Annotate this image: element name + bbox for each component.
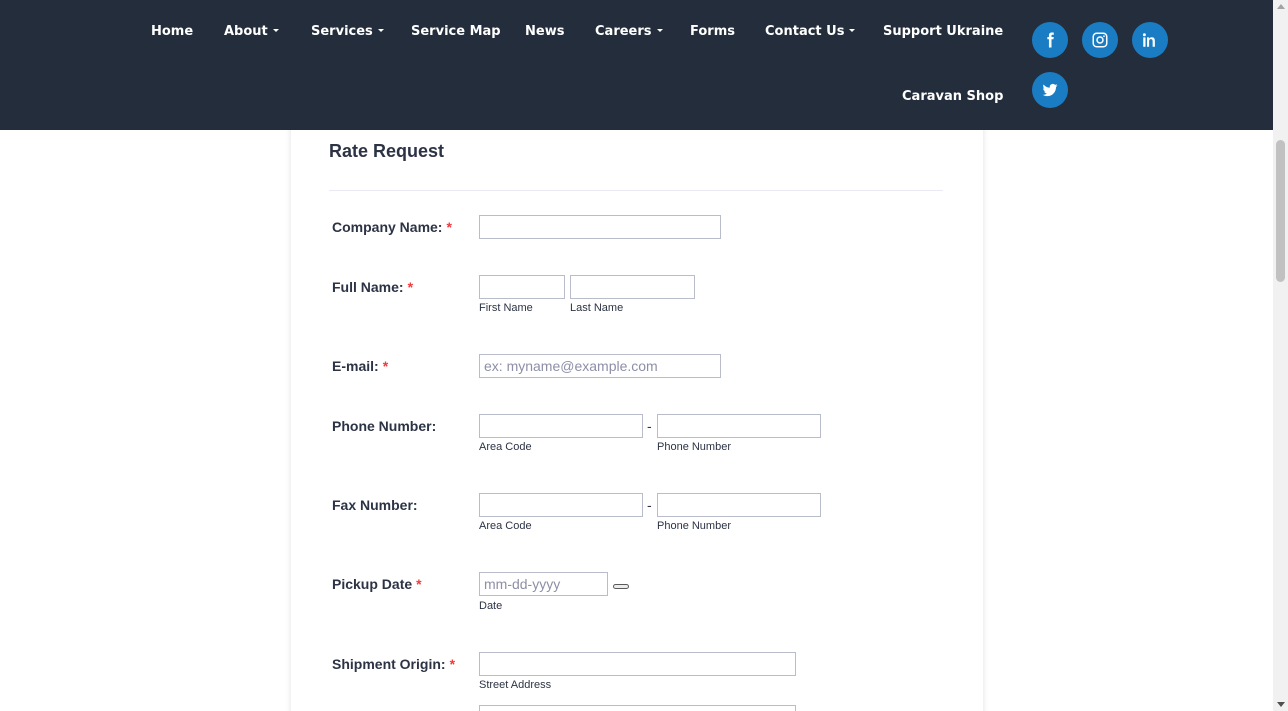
chevron-down-icon: [272, 29, 279, 32]
email-input[interactable]: [479, 354, 721, 378]
nav-service-map[interactable]: Service Map: [411, 24, 501, 39]
chevron-down-icon: [849, 29, 856, 32]
first-name-input[interactable]: [479, 275, 565, 299]
chevron-down-icon: [656, 29, 663, 32]
phone-number-sublabel: Phone Number: [657, 441, 731, 453]
phone-area-code-input[interactable]: [479, 414, 643, 438]
required-mark: *: [449, 656, 456, 672]
twitter-link[interactable]: [1032, 72, 1068, 108]
nav-forms[interactable]: Forms: [690, 24, 735, 39]
scroll-down-arrow-icon[interactable]: [1277, 702, 1285, 707]
page-scrollbar[interactable]: [1273, 0, 1288, 711]
shipment-origin-label: Shipment Origin: *: [332, 656, 455, 672]
nav-news[interactable]: News: [525, 24, 564, 39]
nav-caravan-shop[interactable]: Caravan Shop: [902, 89, 1003, 104]
last-name-sublabel: Last Name: [570, 302, 624, 314]
fax-separator: -: [647, 497, 652, 513]
required-mark: *: [416, 576, 422, 592]
nav-services[interactable]: Services: [311, 24, 384, 39]
fax-number-label: Fax Number:: [332, 497, 418, 513]
form-title: Rate Request: [329, 141, 445, 161]
phone-area-code-sublabel: Area Code: [479, 441, 532, 453]
email-label: E-mail: *: [332, 358, 388, 374]
pickup-date-label: Pickup Date *: [332, 576, 422, 592]
fax-area-code-sublabel: Area Code: [479, 520, 532, 532]
company-name-label: Company Name: *: [332, 219, 452, 235]
phone-number-input[interactable]: [657, 414, 821, 438]
required-mark: *: [382, 358, 389, 374]
fax-area-code-input[interactable]: [479, 493, 643, 517]
scroll-up-arrow-icon[interactable]: [1277, 4, 1285, 9]
last-name-input[interactable]: [570, 275, 695, 299]
fax-number-sublabel: Phone Number: [657, 520, 731, 532]
email-label-text: E-mail:: [332, 358, 379, 374]
nav-services-label: Services: [311, 24, 373, 39]
first-name-sublabel: First Name: [479, 302, 533, 314]
nav-support-ukraine[interactable]: Support Ukraine: [883, 24, 1003, 39]
linkedin-icon: [1142, 33, 1155, 47]
scroll-thumb[interactable]: [1276, 140, 1285, 282]
linkedin-link[interactable]: [1132, 22, 1168, 58]
chevron-down-icon: [377, 29, 384, 32]
twitter-icon: [1042, 83, 1058, 97]
full-name-label-text: Full Name:: [332, 279, 404, 295]
pickup-date-sublabel: Date: [479, 600, 503, 612]
pickup-date-input[interactable]: [479, 572, 608, 596]
form-card: [291, 110, 983, 711]
company-name-label-text: Company Name:: [332, 219, 443, 235]
nav-contact-us[interactable]: Contact Us: [765, 24, 856, 39]
facebook-icon: [1047, 32, 1054, 48]
phone-number-label: Phone Number:: [332, 418, 437, 434]
fax-number-input[interactable]: [657, 493, 821, 517]
required-mark: *: [446, 219, 452, 235]
full-name-label: Full Name: *: [332, 279, 413, 295]
phone-separator: -: [647, 418, 652, 434]
site-header: Home About Services Service Map News Car…: [0, 0, 1273, 130]
instagram-link[interactable]: [1082, 22, 1118, 58]
required-mark: *: [407, 279, 414, 295]
pickup-date-label-text: Pickup Date: [332, 576, 413, 592]
instagram-icon: [1092, 32, 1108, 48]
title-divider: [329, 190, 943, 191]
nav-careers-label: Careers: [595, 24, 652, 39]
street-address-input[interactable]: [479, 652, 796, 676]
nav-careers[interactable]: Careers: [595, 24, 663, 39]
facebook-link[interactable]: [1032, 22, 1068, 58]
nav-contact-us-label: Contact Us: [765, 24, 845, 39]
shipment-origin-label-text: Shipment Origin:: [332, 656, 446, 672]
company-name-input[interactable]: [479, 215, 721, 239]
street-address-line-2-input[interactable]: [479, 705, 796, 711]
nav-about[interactable]: About: [224, 24, 279, 39]
nav-home[interactable]: Home: [151, 24, 193, 39]
street-address-sublabel: Street Address: [479, 679, 552, 691]
calendar-icon[interactable]: [613, 584, 629, 589]
nav-about-label: About: [224, 24, 268, 39]
